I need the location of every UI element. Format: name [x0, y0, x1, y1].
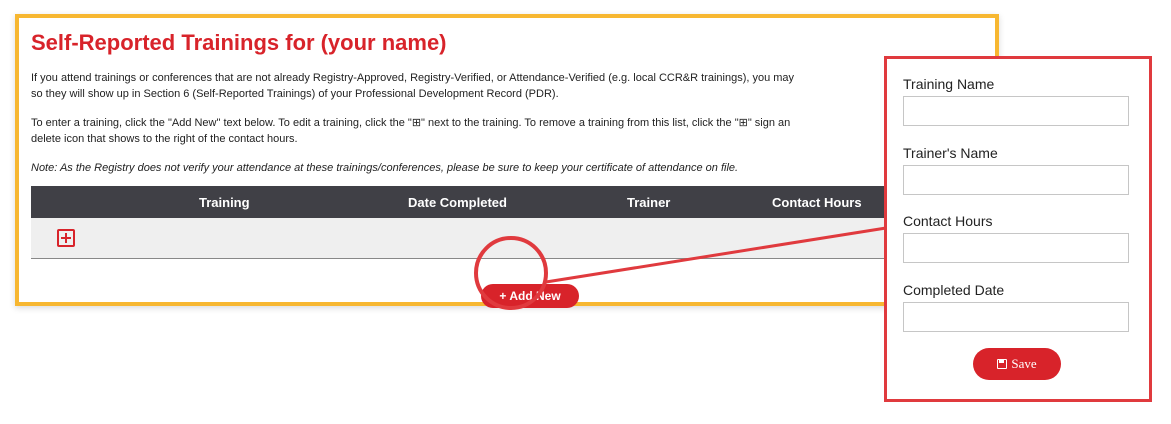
column-header-contact-hours: Contact Hours — [772, 195, 862, 210]
plus-box-icon[interactable] — [57, 229, 75, 247]
training-name-label: Training Name — [903, 76, 995, 92]
page-title: Self-Reported Trainings for (your name) — [31, 30, 447, 56]
intro-line-2: so they will show up in Section 6 (Self-… — [31, 88, 559, 100]
trainer-name-input[interactable] — [903, 165, 1129, 195]
completed-date-input[interactable] — [903, 302, 1129, 332]
column-header-trainer: Trainer — [627, 195, 671, 210]
save-button[interactable]: Save — [973, 348, 1061, 380]
add-training-form-panel: Training Name Trainer's Name Contact Hou… — [884, 56, 1152, 402]
training-name-input[interactable] — [903, 96, 1129, 126]
contact-hours-label: Contact Hours — [903, 213, 993, 229]
trainings-table-header: Training Date Completed Trainer Contact … — [31, 186, 991, 218]
column-header-training: Training — [199, 195, 250, 210]
intro-paragraph: If you attend trainings or conferences t… — [31, 70, 991, 102]
instructions-paragraph: To enter a training, click the "Add New"… — [31, 115, 991, 147]
floppy-disk-icon — [997, 359, 1008, 369]
intro-line-1: If you attend trainings or conferences t… — [31, 72, 795, 84]
title-user-name: (your name) — [320, 30, 447, 55]
contact-hours-input[interactable] — [903, 233, 1129, 263]
note-paragraph: Note: As the Registry does not verify yo… — [31, 162, 739, 174]
callout-highlight-circle — [474, 236, 548, 310]
trainer-name-label: Trainer's Name — [903, 145, 998, 161]
completed-date-label: Completed Date — [903, 282, 1005, 298]
save-label: Save — [1011, 356, 1037, 371]
column-header-date-completed: Date Completed — [408, 195, 507, 210]
instructions-line-2: delete icon that shows to the right of t… — [31, 133, 298, 145]
instructions-line-1: To enter a training, click the "Add New"… — [31, 117, 791, 129]
title-prefix: Self-Reported Trainings for — [31, 30, 315, 55]
